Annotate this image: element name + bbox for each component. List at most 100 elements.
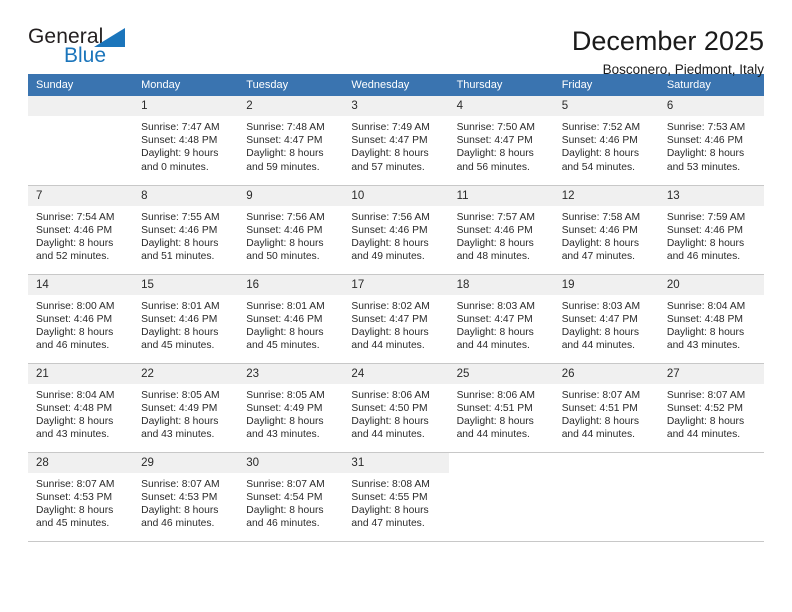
sunrise-text: Sunrise: 8:05 AM	[246, 389, 325, 401]
calendar-day-cell[interactable]: 16 Sunrise: 8:01 AM Sunset: 4:46 PM Dayligh…	[238, 274, 344, 363]
day-number: 28	[28, 452, 134, 473]
calendar-day-cell[interactable]: 2 Sunrise: 7:48 AM Sunset: 4:47 PM Daylight…	[238, 96, 344, 184]
day-sun-info: Sunrise: 7:52 AM Sunset: 4:46 PM Daylight:…	[554, 116, 659, 174]
sunrise-text: Sunrise: 8:01 AM	[141, 300, 220, 312]
daylight-text-line2: and 44 minutes.	[456, 429, 530, 441]
daylight-text-line1: Daylight: 8 hours	[561, 326, 639, 338]
calendar-day-cell[interactable]: 17 Sunrise: 8:02 AM Sunset: 4:47 PM Dayligh…	[343, 274, 449, 363]
day-sun-info: Sunrise: 8:06 AM Sunset: 4:51 PM Daylight:…	[449, 384, 554, 442]
daylight-text-line1: Daylight: 8 hours	[351, 326, 429, 338]
calendar-day-cell[interactable]: 18 Sunrise: 8:03 AM Sunset: 4:47 PM Dayligh…	[448, 274, 554, 363]
calendar-day-cell[interactable]: 10 Sunrise: 7:56 AM Sunset: 4:46 PM Dayligh…	[343, 185, 449, 274]
day-sun-info: Sunrise: 7:59 AM Sunset: 4:46 PM Daylight:…	[659, 206, 764, 264]
calendar-day-cell[interactable]: 30 Sunrise: 8:07 AM Sunset: 4:54 PM Dayligh…	[238, 452, 344, 541]
calendar-week-row: 28 Sunrise: 8:07 AM Sunset: 4:53 PM Dayligh…	[28, 452, 764, 542]
day-number: 1	[133, 96, 239, 116]
calendar-day-cell[interactable]: 21 Sunrise: 8:04 AM Sunset: 4:48 PM Dayligh…	[28, 363, 134, 452]
sunset-text: Sunset: 4:47 PM	[246, 135, 323, 147]
sunrise-text: Sunrise: 7:49 AM	[351, 122, 430, 133]
sunset-text: Sunset: 4:46 PM	[141, 313, 218, 325]
day-sun-info: Sunrise: 7:54 AM Sunset: 4:46 PM Daylight:…	[28, 206, 133, 264]
sunrise-text: Sunrise: 7:55 AM	[141, 211, 220, 223]
calendar-day-cell[interactable]: 5 Sunrise: 7:52 AM Sunset: 4:46 PM Daylight…	[553, 96, 659, 184]
daylight-text-line1: Daylight: 8 hours	[246, 148, 324, 160]
day-number: 11	[448, 185, 554, 206]
sunrise-text: Sunrise: 8:08 AM	[351, 478, 430, 490]
day-number: 19	[553, 274, 659, 295]
sunrise-text: Sunrise: 7:58 AM	[561, 211, 641, 223]
calendar-day-cell[interactable]: 14 Sunrise: 8:00 AM Sunset: 4:46 PM Dayligh…	[28, 274, 134, 363]
calendar-day-cell[interactable]: 29 Sunrise: 8:07 AM Sunset: 4:53 PM Dayligh…	[133, 452, 239, 541]
calendar-day-cell[interactable]: 9 Sunrise: 7:56 AM Sunset: 4:46 PM Daylight…	[238, 185, 344, 274]
daylight-text-line2: and 44 minutes.	[561, 429, 635, 441]
calendar-day-cell-empty	[448, 452, 554, 541]
daylight-text-line2: and 46 minutes.	[666, 251, 741, 263]
daylight-text-line2: and 48 minutes.	[456, 251, 530, 263]
daylight-text-line2: and 51 minutes.	[141, 251, 215, 263]
sunrise-text: Sunrise: 8:05 AM	[141, 389, 220, 401]
calendar-day-cell[interactable]: 28 Sunrise: 8:07 AM Sunset: 4:53 PM Dayligh…	[28, 452, 134, 541]
daylight-text-line2: and 44 minutes.	[351, 429, 425, 441]
day-number: 20	[658, 274, 764, 295]
day-sun-info: Sunrise: 7:57 AM Sunset: 4:46 PM Daylight:…	[449, 206, 554, 264]
calendar-body: 1 Sunrise: 7:47 AM Sunset: 4:48 PM Daylight…	[28, 96, 764, 542]
calendar-day-cell[interactable]: 31 Sunrise: 8:08 AM Sunset: 4:55 PM Dayligh…	[343, 452, 449, 541]
calendar-day-cell[interactable]: 1 Sunrise: 7:47 AM Sunset: 4:48 PM Daylight…	[133, 96, 239, 184]
sunrise-text: Sunrise: 7:47 AM	[141, 122, 220, 133]
day-sun-info: Sunrise: 8:07 AM Sunset: 4:54 PM Daylight:…	[238, 473, 343, 531]
sunset-text: Sunset: 4:55 PM	[351, 491, 428, 503]
calendar-day-cell[interactable]: 19 Sunrise: 8:03 AM Sunset: 4:47 PM Dayligh…	[553, 274, 659, 363]
sunrise-text: Sunrise: 7:50 AM	[456, 122, 535, 133]
day-sun-info: Sunrise: 8:03 AM Sunset: 4:47 PM Daylight:…	[449, 295, 554, 353]
sunset-text: Sunset: 4:48 PM	[666, 313, 743, 325]
calendar-day-cell[interactable]: 26 Sunrise: 8:07 AM Sunset: 4:51 PM Dayligh…	[553, 363, 659, 452]
sunrise-text: Sunrise: 8:04 AM	[36, 389, 115, 401]
calendar-day-cell[interactable]: 6 Sunrise: 7:53 AM Sunset: 4:46 PM Daylight…	[658, 96, 764, 184]
day-number	[448, 452, 554, 473]
weekday-header-wednesday: Wednesday	[343, 74, 449, 96]
daylight-text-line1: Daylight: 8 hours	[141, 326, 219, 338]
daylight-text-line2: and 46 minutes.	[141, 518, 215, 530]
location-subtitle: Bosconero, Piedmont, Italy	[602, 62, 764, 78]
day-sun-info: Sunrise: 8:01 AM Sunset: 4:46 PM Daylight:…	[133, 295, 238, 353]
calendar-day-cell[interactable]: 22 Sunrise: 8:05 AM Sunset: 4:49 PM Dayligh…	[133, 363, 239, 452]
sunrise-text: Sunrise: 8:02 AM	[351, 300, 430, 312]
sunrise-text: Sunrise: 8:00 AM	[36, 300, 115, 312]
calendar-day-cell[interactable]: 13 Sunrise: 7:59 AM Sunset: 4:46 PM Dayligh…	[658, 185, 764, 274]
calendar-day-cell[interactable]: 27 Sunrise: 8:07 AM Sunset: 4:52 PM Dayligh…	[658, 363, 764, 452]
daylight-text-line2: and 44 minutes.	[456, 340, 530, 352]
daylight-text-line2: and 57 minutes.	[351, 161, 425, 173]
day-number: 2	[238, 96, 344, 116]
calendar-day-cell[interactable]: 3 Sunrise: 7:49 AM Sunset: 4:47 PM Daylight…	[343, 96, 449, 184]
sunset-text: Sunset: 4:47 PM	[561, 313, 638, 325]
sunset-text: Sunset: 4:46 PM	[36, 224, 113, 236]
calendar-day-cell[interactable]: 20 Sunrise: 8:04 AM Sunset: 4:48 PM Dayligh…	[658, 274, 764, 363]
sunset-text: Sunset: 4:53 PM	[141, 491, 218, 503]
sunset-text: Sunset: 4:46 PM	[456, 224, 533, 236]
general-blue-logo[interactable]: General Blue	[28, 26, 148, 74]
day-number: 14	[28, 274, 134, 295]
daylight-text-line2: and 44 minutes.	[351, 340, 425, 352]
calendar-day-cell[interactable]: 12 Sunrise: 7:58 AM Sunset: 4:46 PM Dayligh…	[553, 185, 659, 274]
sunset-text: Sunset: 4:48 PM	[36, 402, 113, 414]
day-sun-info: Sunrise: 7:56 AM Sunset: 4:46 PM Daylight:…	[343, 206, 448, 264]
day-sun-info: Sunrise: 7:48 AM Sunset: 4:47 PM Daylight:…	[238, 116, 343, 174]
calendar-day-cell[interactable]: 11 Sunrise: 7:57 AM Sunset: 4:46 PM Dayligh…	[448, 185, 554, 274]
daylight-text-line1: Daylight: 8 hours	[36, 504, 114, 516]
daylight-text-line1: Daylight: 8 hours	[246, 504, 324, 516]
sunset-text: Sunset: 4:50 PM	[351, 402, 428, 414]
weekday-header-tuesday: Tuesday	[238, 74, 344, 96]
calendar-day-cell[interactable]: 7 Sunrise: 7:54 AM Sunset: 4:46 PM Daylight…	[28, 185, 134, 274]
calendar-day-cell[interactable]: 23 Sunrise: 8:05 AM Sunset: 4:49 PM Dayligh…	[238, 363, 344, 452]
daylight-text-line2: and 50 minutes.	[246, 251, 320, 263]
calendar-day-cell[interactable]: 24 Sunrise: 8:06 AM Sunset: 4:50 PM Dayligh…	[343, 363, 449, 452]
calendar-day-cell[interactable]: 4 Sunrise: 7:50 AM Sunset: 4:47 PM Daylight…	[448, 96, 554, 184]
sunrise-text: Sunrise: 7:56 AM	[246, 211, 325, 223]
sunset-text: Sunset: 4:46 PM	[666, 135, 743, 147]
day-number	[553, 452, 659, 473]
calendar-day-cell[interactable]: 25 Sunrise: 8:06 AM Sunset: 4:51 PM Dayligh…	[448, 363, 554, 452]
weekday-header-monday: Monday	[133, 74, 239, 96]
calendar-day-cell[interactable]: 15 Sunrise: 8:01 AM Sunset: 4:46 PM Dayligh…	[133, 274, 239, 363]
calendar-day-cell[interactable]: 8 Sunrise: 7:55 AM Sunset: 4:46 PM Daylight…	[133, 185, 239, 274]
day-number: 5	[553, 96, 659, 116]
